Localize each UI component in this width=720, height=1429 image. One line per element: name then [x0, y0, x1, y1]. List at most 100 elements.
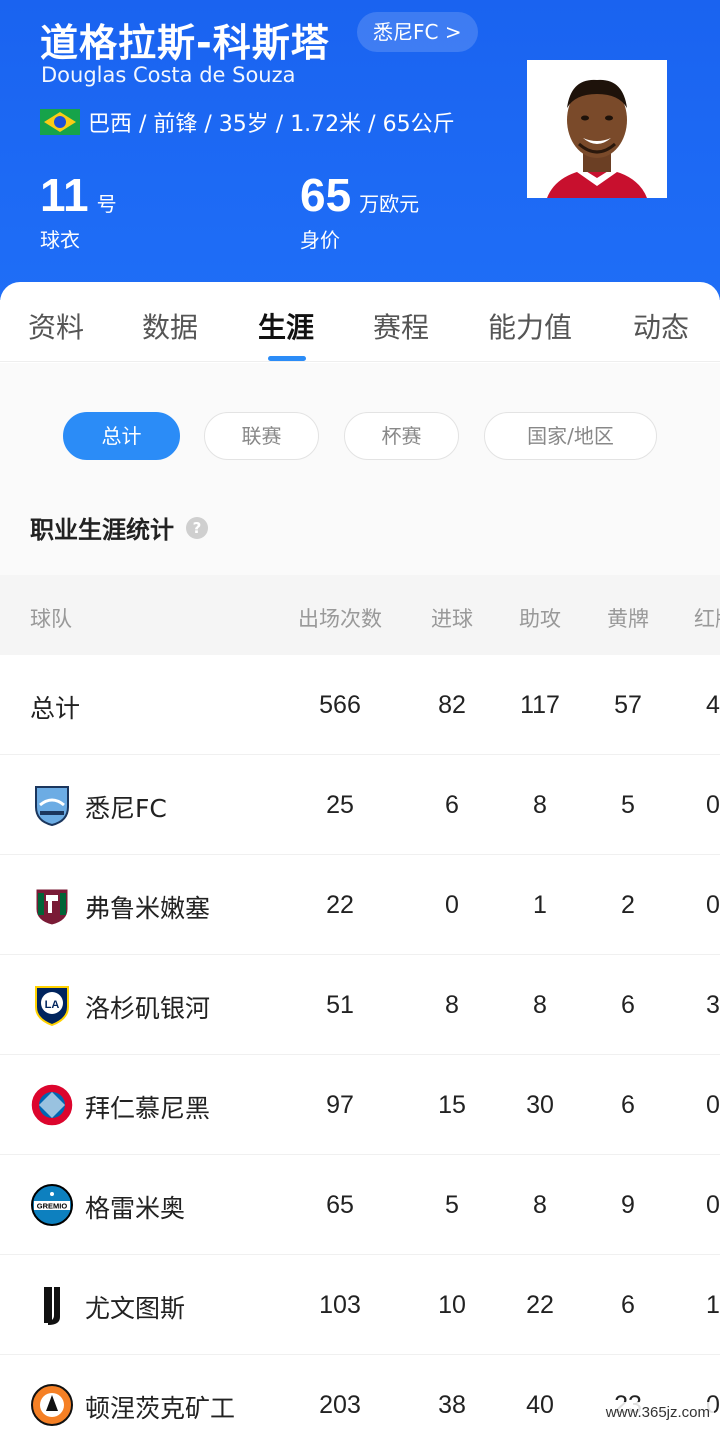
- table-row[interactable]: 弗鲁米嫩塞 22 0 1 2 0: [0, 855, 720, 955]
- tab-news[interactable]: 动态: [633, 306, 689, 346]
- goals-cell: 82: [438, 691, 466, 719]
- goals-cell: 15: [438, 1091, 466, 1119]
- assists-cell: 8: [533, 1191, 547, 1219]
- red-cards-cell: 4: [706, 691, 720, 719]
- table-row[interactable]: GREMIO 格雷米奥 65 5 8 9 0: [0, 1155, 720, 1255]
- appearances-cell: 65: [326, 1191, 354, 1219]
- red-cards-cell: 0: [706, 791, 720, 819]
- team-name: 总计: [30, 694, 81, 723]
- yellow-cards-cell: 9: [621, 1191, 635, 1219]
- tab-profile[interactable]: 资料: [28, 306, 84, 346]
- table-header: 球队 出场次数 进球 助攻 黄牌 红牌: [0, 575, 720, 655]
- team-name: 悉尼FC: [85, 794, 167, 823]
- player-info-row: 巴西 / 前锋 / 35岁 / 1.72米 / 65公斤: [40, 106, 455, 138]
- assists-cell: 8: [533, 991, 547, 1019]
- yellow-cards-cell: 57: [614, 691, 642, 719]
- appearances-cell: 103: [319, 1291, 361, 1319]
- red-cards-cell: 1: [706, 1291, 720, 1319]
- tab-bar: 资料 数据 生涯 赛程 能力值 动态: [0, 282, 720, 362]
- appearances-cell: 51: [326, 991, 354, 1019]
- assists-cell: 40: [526, 1391, 554, 1419]
- market-value-label: 身价: [300, 228, 340, 252]
- col-assists: 助攻: [519, 607, 561, 631]
- appearances-cell: 97: [326, 1091, 354, 1119]
- goals-cell: 5: [445, 1191, 459, 1219]
- player-photo: [527, 60, 667, 198]
- table-row[interactable]: 尤文图斯 103 10 22 6 1: [0, 1255, 720, 1355]
- content-card: 资料 数据 生涯 赛程 能力值 动态 总计 联赛 杯赛 国家/地区 职业生涯统计…: [0, 282, 720, 1429]
- assists-cell: 117: [520, 691, 560, 719]
- appearances-cell: 566: [319, 691, 361, 719]
- goals-cell: 6: [445, 791, 459, 819]
- table-row[interactable]: 总计 566 82 117 57 4: [0, 655, 720, 755]
- tab-career[interactable]: 生涯: [258, 306, 314, 346]
- team-name: 洛杉矶银河: [85, 994, 211, 1023]
- yellow-cards-cell: 6: [621, 1291, 635, 1319]
- juventus-crest-icon: [30, 1283, 74, 1327]
- red-cards-cell: 3: [706, 991, 720, 1019]
- team-name: 弗鲁米嫩塞: [85, 894, 211, 923]
- help-icon[interactable]: ?: [186, 516, 208, 539]
- assists-cell: 8: [533, 791, 547, 819]
- section-title-text: 职业生涯统计: [30, 516, 174, 544]
- shakhtar-crest-icon: [30, 1383, 74, 1427]
- team-name: 顿涅茨克矿工: [85, 1394, 236, 1423]
- jersey-stat: 11 号 球衣: [40, 168, 117, 253]
- table-row[interactable]: LA 洛杉矶银河 51 8 8 6 3: [0, 955, 720, 1055]
- active-tab-indicator: [268, 356, 306, 361]
- team-name: 格雷米奥: [85, 1194, 186, 1223]
- filter-national[interactable]: 国家/地区: [484, 412, 657, 460]
- col-yellow-cards: 黄牌: [607, 607, 649, 631]
- red-cards-cell: 0: [706, 1191, 720, 1219]
- tab-ability[interactable]: 能力值: [488, 306, 572, 346]
- yellow-cards-cell: 5: [621, 791, 635, 819]
- svg-text:LA: LA: [45, 999, 60, 1011]
- appearances-cell: 203: [319, 1391, 361, 1419]
- red-cards-cell: 0: [706, 1091, 720, 1119]
- tab-schedule[interactable]: 赛程: [373, 306, 429, 346]
- jersey-label: 球衣: [40, 228, 80, 252]
- red-cards-cell: 0: [706, 891, 720, 919]
- bayern-munich-crest-icon: [30, 1083, 74, 1127]
- jersey-number: 11: [40, 169, 89, 221]
- market-value-unit: 万欧元: [359, 192, 420, 216]
- career-table-body: 总计 566 82 117 57 4 悉尼FC 25 6 8 5 0 弗鲁米嫩塞 22 0 1 2 0 LA 洛杉矶银…: [0, 655, 720, 1429]
- team-name: 拜仁慕尼黑: [85, 1094, 211, 1123]
- assists-cell: 1: [533, 891, 547, 919]
- gremio-crest-icon: GREMIO: [30, 1183, 74, 1227]
- col-red-cards: 红牌: [694, 607, 720, 631]
- fluminense-crest-icon: [30, 883, 74, 927]
- current-team-link[interactable]: 悉尼FC >: [357, 12, 478, 52]
- brazil-flag-icon: [40, 109, 80, 135]
- filter-cup[interactable]: 杯赛: [344, 412, 459, 460]
- watermark: www.365jz.com: [601, 1402, 714, 1423]
- player-full-name: Douglas Costa de Souza: [41, 63, 296, 87]
- goals-cell: 0: [445, 891, 459, 919]
- appearances-cell: 25: [326, 791, 354, 819]
- tab-data[interactable]: 数据: [142, 306, 198, 346]
- col-team: 球队: [30, 607, 72, 631]
- player-info: 巴西 / 前锋 / 35岁 / 1.72米 / 65公斤: [88, 112, 455, 137]
- market-value-stat: 65 万欧元 身价: [300, 168, 419, 253]
- filter-total[interactable]: 总计: [63, 412, 180, 460]
- table-row[interactable]: 拜仁慕尼黑 97 15 30 6 0: [0, 1055, 720, 1155]
- jersey-unit: 号: [96, 192, 117, 216]
- appearances-cell: 22: [326, 891, 354, 919]
- player-name: 道格拉斯-科斯塔: [40, 21, 330, 65]
- filter-league[interactable]: 联赛: [204, 412, 319, 460]
- yellow-cards-cell: 6: [621, 1091, 635, 1119]
- goals-cell: 38: [438, 1391, 466, 1419]
- yellow-cards-cell: 2: [621, 891, 635, 919]
- table-row[interactable]: 悉尼FC 25 6 8 5 0: [0, 755, 720, 855]
- col-goals: 进球: [431, 607, 473, 631]
- sydney-fc-crest-icon: [30, 783, 74, 827]
- assists-cell: 30: [526, 1091, 554, 1119]
- goals-cell: 10: [438, 1291, 466, 1319]
- goals-cell: 8: [445, 991, 459, 1019]
- yellow-cards-cell: 6: [621, 991, 635, 1019]
- market-value: 65: [300, 169, 352, 221]
- section-title: 职业生涯统计 ?: [30, 510, 208, 545]
- team-name: 尤文图斯: [85, 1294, 186, 1323]
- col-appearances: 出场次数: [298, 607, 382, 631]
- svg-text:GREMIO: GREMIO: [37, 1202, 68, 1211]
